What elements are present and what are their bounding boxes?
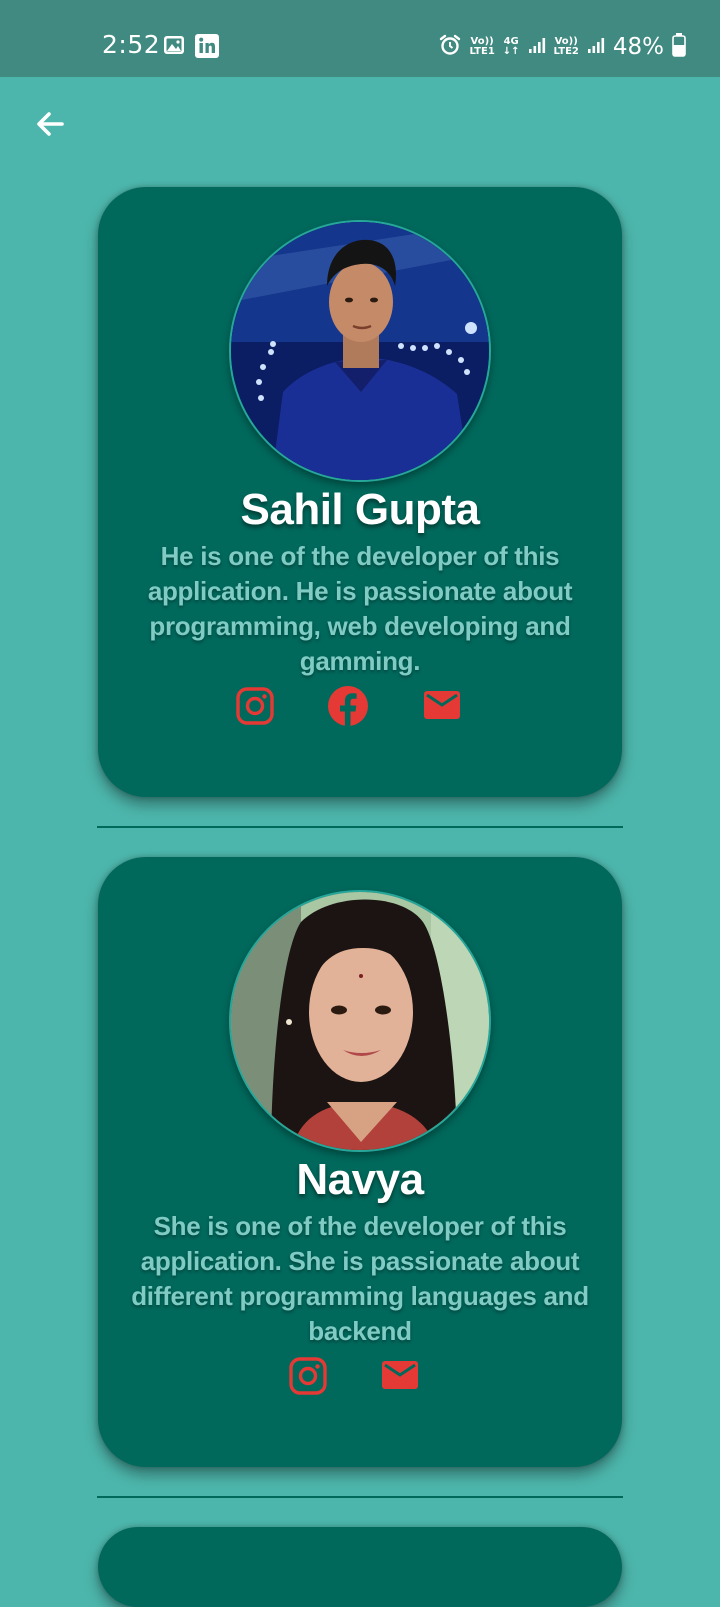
status-right: Vo)) LTE1 4G ↓↑ Vo)) LTE2 48% (439, 30, 686, 64)
instagram-icon[interactable] (236, 687, 274, 729)
social-links (98, 1355, 622, 1397)
network-type: 4G ↓↑ (502, 36, 520, 57)
developer-bio: He is one of the developer of this appli… (147, 541, 573, 676)
facebook-icon[interactable] (327, 685, 369, 731)
email-icon[interactable] (382, 1361, 418, 1393)
battery-percent: 48% (612, 34, 664, 60)
alarm-icon (439, 34, 461, 60)
developer-name: Navya (296, 1155, 424, 1204)
developer-card: Navya She is one of the developer of thi… (98, 857, 622, 1467)
gallery-icon (163, 34, 185, 60)
back-button[interactable] (28, 104, 72, 148)
instagram-icon[interactable] (289, 1357, 327, 1399)
battery-icon (672, 33, 686, 61)
signal-icon (587, 36, 605, 58)
developer-bio: She is one of the developer of this appl… (131, 1211, 589, 1346)
sim2-label-bottom: LTE2 (553, 46, 579, 57)
developer-card: Sahil Gupta He is one of the developer o… (98, 187, 622, 797)
arrow-left-icon (34, 108, 66, 144)
sim1-label: Vo)) LTE1 (469, 37, 494, 57)
email-icon[interactable] (424, 691, 460, 723)
divider (97, 826, 623, 828)
sim2-label: Vo)) LTE2 (554, 37, 579, 57)
linkedin-icon (195, 34, 219, 62)
divider (97, 1496, 623, 1498)
status-bar: 2:52 Vo)) LTE1 4G ↓↑ Vo)) LTE2 48% (0, 0, 720, 77)
developer-card (98, 1527, 622, 1607)
developer-photo (229, 890, 491, 1152)
sim1-label-bottom: LTE1 (469, 46, 495, 57)
developer-name: Sahil Gupta (240, 485, 480, 534)
signal-icon (528, 36, 546, 58)
developer-photo (229, 220, 491, 482)
status-time: 2:52 (102, 30, 161, 59)
social-links (98, 685, 622, 727)
